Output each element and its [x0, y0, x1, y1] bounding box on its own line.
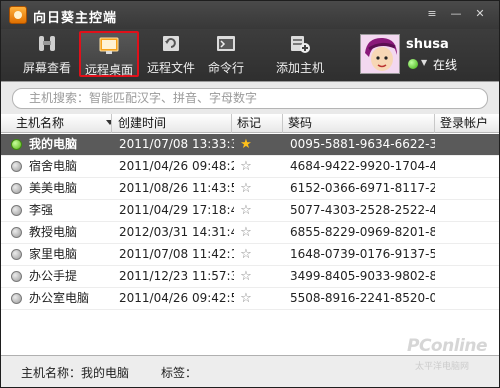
created-time-cell: 2011/07/08 11:42:14 — [119, 247, 234, 261]
created-time-cell: 2011/08/26 11:43:57 — [119, 181, 234, 195]
host-name-cell: 宿舍电脑 — [29, 159, 78, 173]
offline-status-icon — [11, 271, 22, 282]
host-table: 主机名称 创建时间 标记 葵码 登录帐户 我的电脑 2011/07/08 13:3… — [1, 114, 499, 355]
table-header: 主机名称 创建时间 标记 葵码 登录帐户 — [1, 114, 499, 133]
column-header-name[interactable]: 主机名称 — [11, 114, 112, 133]
screen-view-button[interactable]: 屏幕查看 — [19, 31, 75, 77]
remote-file-icon — [163, 36, 179, 51]
sunflower-code-cell: 6152-0366-6971-8117-2574 — [290, 181, 435, 195]
screen-view-icon — [39, 36, 55, 51]
search-bar: 主机搜索：智能匹配汉字、拼音、字母数字 — [1, 81, 499, 114]
created-time-cell: 2012/03/31 14:31:44 — [119, 225, 234, 239]
star-icon[interactable]: ☆ — [236, 156, 256, 177]
avatar-face-icon — [361, 35, 399, 73]
star-icon[interactable]: ☆ — [236, 266, 256, 287]
watermark-sub: 太平洋电脑网 — [414, 362, 469, 372]
remote-desktop-button[interactable]: 远程桌面 — [79, 31, 139, 77]
menu-icon[interactable]: ≡ — [425, 7, 439, 21]
table-row[interactable]: 李强 2011/04/29 17:18:47 ☆ 5077-4303-2528-252… — [1, 200, 499, 222]
add-host-button[interactable]: 添加主机 — [271, 31, 329, 77]
toolbar: 屏幕查看 远程桌面 远程文件 命令行 添加主机 shusa ▼ 在线 — [1, 29, 499, 81]
offline-status-icon — [11, 227, 22, 238]
remote-desktop-label: 远程桌面 — [84, 63, 133, 77]
app-title: 向日葵主控端 — [33, 11, 118, 26]
command-line-button[interactable]: 命令行 — [201, 31, 251, 77]
sunflower-code-cell: 3499-8405-9033-9802-8729 — [290, 269, 435, 283]
tag-label: 标签： — [161, 366, 198, 380]
star-icon[interactable]: ☆ — [236, 288, 256, 309]
column-header-tag[interactable]: 标记 — [232, 114, 283, 133]
command-line-icon — [217, 36, 235, 51]
remote-file-label: 远程文件 — [146, 61, 195, 75]
title-bar[interactable]: 向日葵主控端 ≡ — ✕ — [1, 1, 499, 29]
host-name-cell: 家里电脑 — [29, 247, 78, 261]
offline-status-icon — [11, 293, 22, 304]
avatar[interactable] — [360, 34, 400, 74]
column-header-code[interactable]: 葵码 — [283, 114, 435, 133]
table-body: 我的电脑 2011/07/08 13:33:30 ★ 0095-5881-9634-6… — [1, 134, 499, 310]
column-header-login[interactable]: 登录帐户 — [435, 114, 499, 133]
close-icon[interactable]: ✕ — [473, 7, 487, 21]
selected-host-label: 主机名称：我的电脑 — [21, 366, 130, 380]
status-dropdown-icon[interactable]: ▼ — [421, 58, 427, 67]
table-row[interactable]: 我的电脑 2011/07/08 13:33:30 ★ 0095-5881-9634-6… — [1, 134, 499, 156]
sunflower-code-cell: 0095-5881-9634-6622-3466 — [290, 137, 435, 151]
host-name-cell: 办公室电脑 — [29, 291, 90, 305]
host-name-cell: 李强 — [29, 203, 54, 217]
table-row[interactable]: 家里电脑 2011/07/08 11:42:14 ☆ 1648-0739-0176-9… — [1, 244, 499, 266]
host-name-cell: 美美电脑 — [29, 181, 78, 195]
table-row[interactable]: 美美电脑 2011/08/26 11:43:57 ☆ 6152-0366-6971-8… — [1, 178, 499, 200]
host-name-cell: 教授电脑 — [29, 225, 78, 239]
table-row[interactable]: 宿舍电脑 2011/04/26 09:48:20 ☆ 4684-9422-9920-1… — [1, 156, 499, 178]
offline-status-icon — [11, 161, 22, 172]
created-time-cell: 2011/04/29 17:18:47 — [119, 203, 234, 217]
table-row[interactable]: 教授电脑 2012/03/31 14:31:44 ☆ 6855-8229-0969-8… — [1, 222, 499, 244]
host-name-cell: 我的电脑 — [29, 137, 78, 151]
remote-file-button[interactable]: 远程文件 — [143, 31, 199, 77]
watermark-brand: PConline — [406, 336, 488, 356]
offline-status-icon — [11, 249, 22, 260]
column-header-name-label: 主机名称 — [16, 116, 65, 130]
table-row[interactable]: 办公手提 2011/12/23 11:57:34 ☆ 3499-8405-9033-9… — [1, 266, 499, 288]
sunflower-code-cell: 4684-9422-9920-1704-4516 — [290, 159, 435, 173]
created-time-cell: 2011/12/23 11:57:34 — [119, 269, 234, 283]
online-status-icon[interactable] — [408, 59, 418, 69]
offline-status-icon — [11, 205, 22, 216]
table-row[interactable]: 办公室电脑 2011/04/26 09:42:53 ☆ 5508-8916-2241-… — [1, 288, 499, 310]
offline-status-icon — [11, 183, 22, 194]
remote-desktop-icon — [99, 37, 119, 54]
sunflower-logo-icon — [9, 6, 27, 24]
screen-view-label: 屏幕查看 — [22, 61, 71, 75]
star-icon[interactable]: ☆ — [236, 244, 256, 265]
minimize-icon[interactable]: — — [449, 7, 463, 21]
star-icon[interactable]: ☆ — [236, 178, 256, 199]
status-label[interactable]: 在线 — [433, 56, 457, 73]
online-status-icon — [11, 139, 22, 150]
created-time-cell: 2011/04/26 09:48:20 — [119, 159, 234, 173]
sunflower-code-cell: 5508-8916-2241-8520-0041 — [290, 291, 435, 305]
user-panel: shusa ▼ 在线 — [354, 29, 499, 81]
created-time-cell: 2011/07/08 13:33:30 — [119, 137, 234, 151]
sunflower-code-cell: 6855-8229-0969-8201-8476 — [290, 225, 435, 239]
command-line-label: 命令行 — [207, 61, 244, 75]
sunflower-code-cell: 1648-0739-0176-9137-5549 — [290, 247, 435, 261]
sort-caret-icon[interactable] — [106, 120, 111, 125]
star-icon[interactable]: ★ — [236, 134, 256, 155]
add-host-label: 添加主机 — [275, 61, 324, 75]
created-time-cell: 2011/04/26 09:42:53 — [119, 291, 234, 305]
host-search-input[interactable]: 主机搜索：智能匹配汉字、拼音、字母数字 — [12, 88, 488, 109]
app-window: 向日葵主控端 ≡ — ✕ 屏幕查看 远程桌面 远程文件 命令行 添加主机 shu… — [0, 0, 500, 388]
host-name-cell: 办公手提 — [29, 269, 78, 283]
star-icon[interactable]: ☆ — [236, 200, 256, 221]
star-icon[interactable]: ☆ — [236, 222, 256, 243]
column-header-created[interactable]: 创建时间 — [113, 114, 232, 133]
sunflower-code-cell: 5077-4303-2528-2522-4817 — [290, 203, 435, 217]
add-host-icon — [291, 36, 310, 53]
username: shusa — [406, 37, 449, 52]
